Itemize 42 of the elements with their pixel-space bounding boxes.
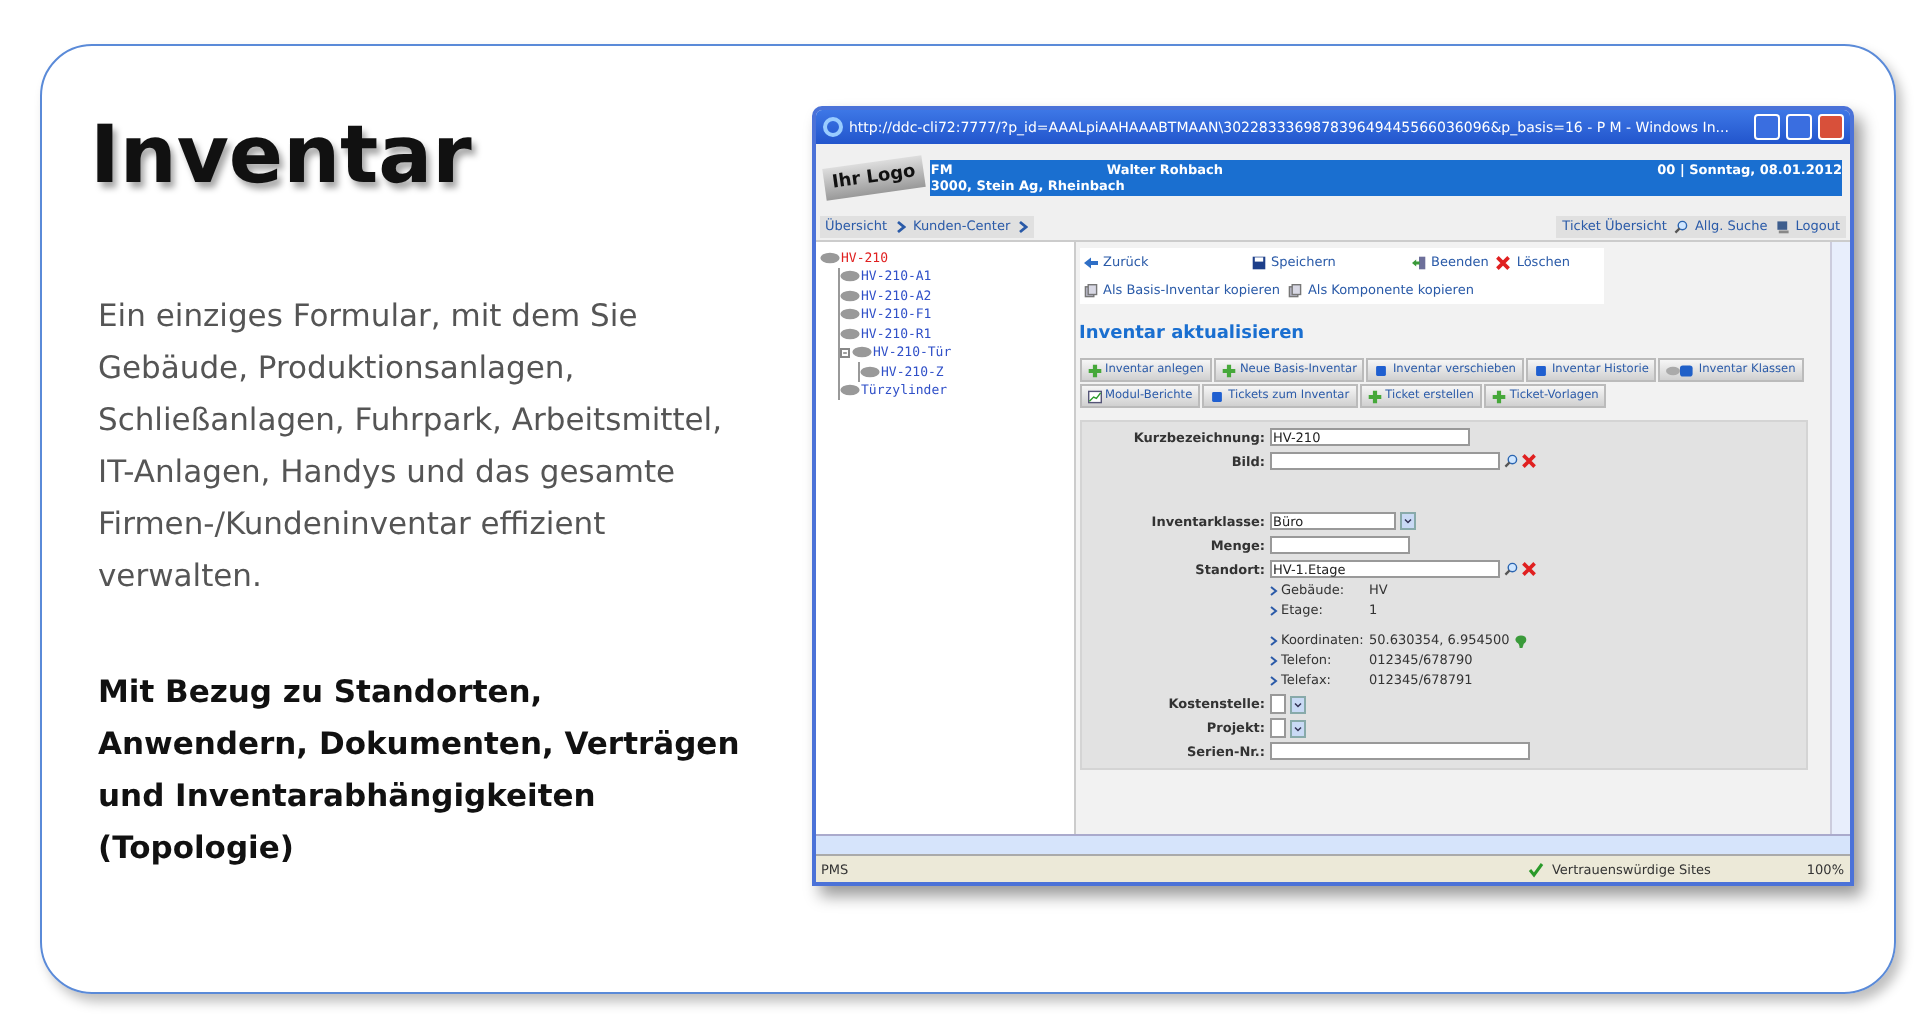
- plus-icon: [1367, 389, 1382, 403]
- slide-title: Inventar: [90, 110, 474, 202]
- dropdown-arrow-icon[interactable]: [1289, 719, 1305, 737]
- square-icon: [1533, 363, 1548, 377]
- checkmark-icon: [1527, 861, 1544, 877]
- vertical-scrollbar[interactable]: [1830, 242, 1850, 834]
- delete-icon[interactable]: [1521, 562, 1535, 576]
- logo: Ihr Logo: [821, 155, 925, 201]
- horizontal-scrollbar[interactable]: [815, 834, 1850, 854]
- delete-icon[interactable]: [1521, 454, 1535, 468]
- slide-highlight: Mit Bezug zu Standorten, Anwendern, Dokumenten, Verträgen und Inventarabhängigkeiten (Topologie): [98, 672, 742, 870]
- delete-icon: [1496, 255, 1511, 269]
- slide-description: Ein einziges Formular, mit dem Sie Gebäude, Produktionsanlagen, Schließanlagen, Fuhrpark, Arbeitsmittel, IT-Anlagen, Handys und das gesamte Firmen-/Kundeninventar effizient verwalten.: [98, 296, 725, 598]
- cylinder-icon: [1666, 363, 1695, 377]
- map-icon[interactable]: [1513, 633, 1528, 647]
- browser-icon: [821, 116, 843, 138]
- dropdown-arrow-icon[interactable]: [1399, 512, 1415, 530]
- chevron-right-icon: [895, 219, 905, 233]
- copy-icon: [1287, 283, 1302, 297]
- maximize-button[interactable]: [1786, 114, 1812, 140]
- text-field[interactable]: [1269, 742, 1529, 760]
- plus-icon: [1087, 363, 1101, 377]
- form-title: Inventar aktualisieren: [1079, 324, 1307, 344]
- chevron-right-icon: [1018, 219, 1029, 233]
- close-button[interactable]: [1818, 114, 1844, 140]
- search-icon[interactable]: [1503, 562, 1517, 576]
- text-field[interactable]: [1269, 536, 1409, 554]
- collapse-toggle-icon[interactable]: [839, 347, 849, 358]
- search-icon[interactable]: [1503, 454, 1517, 468]
- chart-icon: [1087, 389, 1101, 403]
- text-field[interactable]: [1269, 452, 1499, 470]
- arrow-left-icon: [1083, 255, 1097, 269]
- dropdown-arrow-icon[interactable]: [1289, 695, 1305, 713]
- search-icon: [1674, 219, 1689, 233]
- computer-icon: [1775, 219, 1790, 233]
- square-icon: [1210, 389, 1225, 403]
- copy-icon: [1083, 283, 1097, 297]
- plus-icon: [1491, 389, 1506, 403]
- plus-icon: [1221, 363, 1236, 377]
- door-arrow-icon: [1411, 255, 1425, 269]
- minimize-button[interactable]: [1754, 114, 1780, 140]
- square-icon: [1374, 363, 1389, 377]
